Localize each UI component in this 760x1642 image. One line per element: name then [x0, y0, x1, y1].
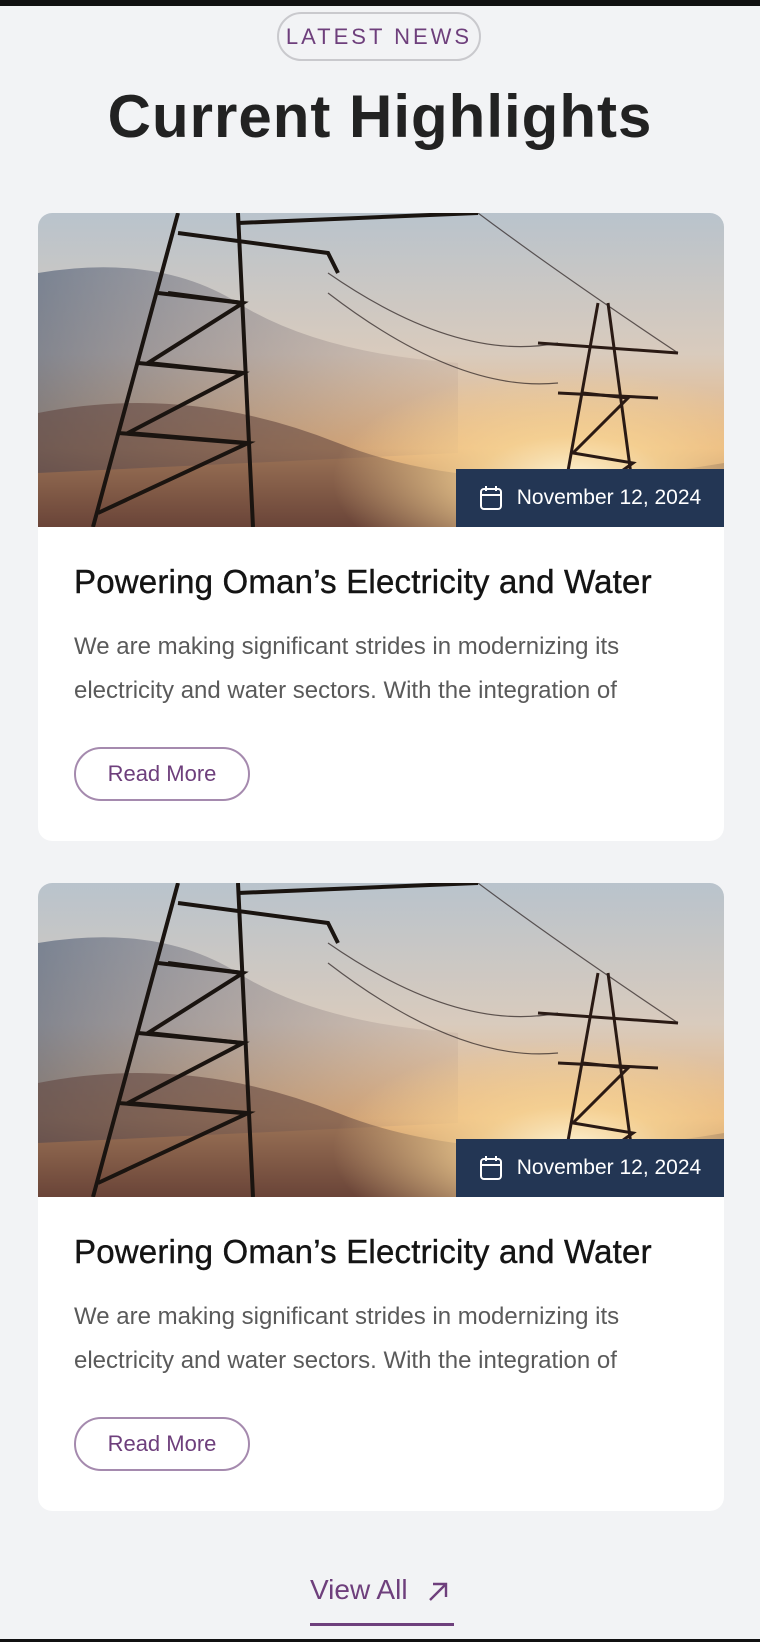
news-card: November 12, 2024 Powering Oman’s Electr…	[38, 883, 724, 1511]
news-card: November 12, 2024 Powering Oman’s Electr…	[38, 213, 724, 841]
calendar-icon	[479, 1156, 502, 1180]
news-date: November 12, 2024	[516, 1156, 702, 1179]
news-date: November 12, 2024	[516, 486, 702, 509]
view-all-label: View All	[310, 1574, 408, 1605]
top-bar	[0, 0, 760, 6]
read-more-button[interactable]: Read More	[74, 1417, 250, 1471]
news-excerpt: We are making significant strides in mod…	[74, 1303, 620, 1374]
calendar-icon	[479, 486, 502, 510]
news-title[interactable]: Powering Oman’s Electricity and Water	[74, 563, 652, 601]
news-title[interactable]: Powering Oman’s Electricity and Water	[74, 1233, 652, 1271]
date-badge: November 12, 2024	[456, 469, 724, 527]
date-badge: November 12, 2024	[456, 1139, 724, 1197]
view-all-link[interactable]: View All	[310, 1574, 454, 1626]
news-excerpt: We are making significant strides in mod…	[74, 633, 620, 704]
news-image: November 12, 2024	[38, 883, 724, 1197]
page-title: Current Highlights	[107, 83, 653, 150]
section-eyebrow: LATEST NEWS	[277, 12, 481, 61]
arrow-up-right-icon	[428, 1582, 447, 1601]
read-more-button[interactable]: Read More	[74, 747, 250, 801]
news-image: November 12, 2024	[38, 213, 724, 527]
